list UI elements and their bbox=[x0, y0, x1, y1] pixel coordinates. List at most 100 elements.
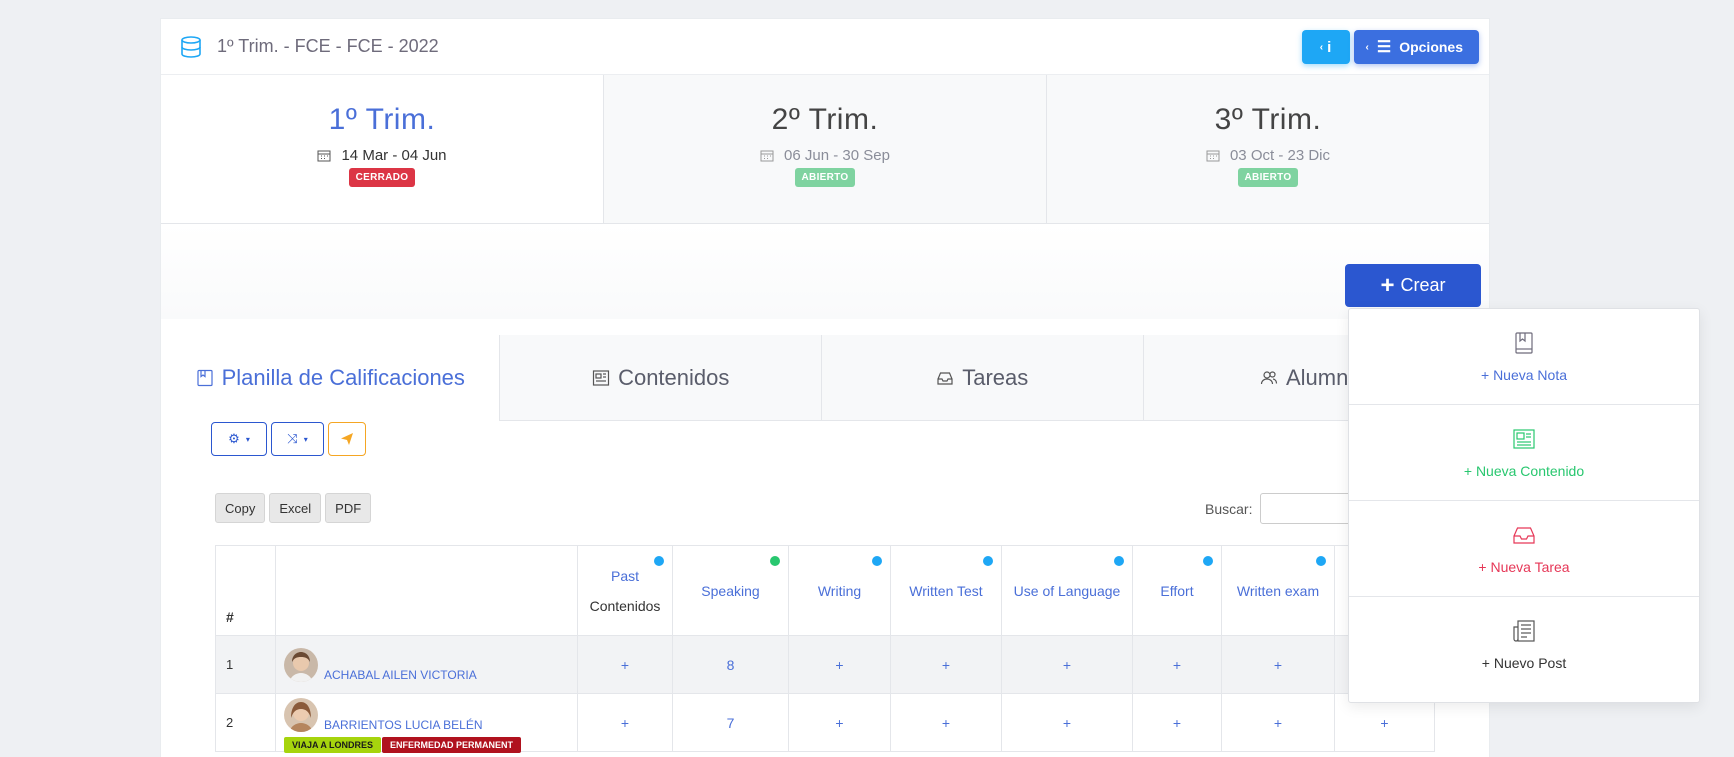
status-dot bbox=[1114, 556, 1124, 566]
student-name-link[interactable]: ACHABAL AILEN VICTORIA bbox=[324, 668, 477, 682]
trimester-3[interactable]: 3º Trim. 03 Oct - 23 Dic ABIERTO bbox=[1047, 75, 1489, 223]
column-header-written-test[interactable]: Written Test bbox=[890, 545, 1002, 636]
grade-cell[interactable]: + bbox=[788, 635, 891, 694]
send-button[interactable] bbox=[328, 422, 366, 456]
row-index: 2 bbox=[215, 693, 276, 752]
grade-cell[interactable]: + bbox=[1001, 693, 1133, 752]
pdf-button[interactable]: PDF bbox=[325, 493, 372, 523]
crear-button[interactable]: + Crear bbox=[1345, 264, 1481, 307]
book-icon bbox=[1515, 331, 1533, 354]
plus-icon: + bbox=[1380, 271, 1395, 299]
column-header-writing[interactable]: Writing bbox=[788, 545, 891, 636]
crear-label: Crear bbox=[1400, 275, 1446, 295]
column-header-use-of-language[interactable]: Use of Language bbox=[1001, 545, 1133, 636]
caret-down-icon: ▾ bbox=[303, 434, 308, 444]
crear-area: + Crear bbox=[161, 224, 1489, 319]
trimester-name: 2º Trim. bbox=[771, 103, 879, 136]
status-dot bbox=[1316, 556, 1326, 566]
users-icon bbox=[1260, 370, 1278, 384]
grade-cell[interactable]: 8 bbox=[672, 635, 789, 694]
tab-label: Tareas bbox=[962, 364, 1029, 390]
column-header-student bbox=[275, 545, 578, 636]
trimester-name: 3º Trim. bbox=[1214, 103, 1322, 136]
tag-badge: ENFERMEDAD PERMANENT bbox=[382, 737, 522, 753]
trimester-dates: 03 Oct - 23 Dic bbox=[1229, 147, 1331, 164]
newspaper-icon bbox=[592, 369, 610, 386]
student-cell: BARRIENTOS LUCIA BELÉN VIAJA A LONDRES E… bbox=[275, 693, 578, 753]
tab-label: Planilla de Calificaciones bbox=[221, 365, 465, 390]
grade-cell[interactable]: + bbox=[1221, 693, 1335, 752]
grade-cell[interactable]: + bbox=[1221, 635, 1335, 694]
search-label: Buscar: bbox=[1205, 500, 1253, 517]
grade-cell[interactable]: + bbox=[577, 693, 673, 752]
plus-icon: + bbox=[1478, 558, 1491, 575]
column-header-written-exam[interactable]: Written exam bbox=[1221, 545, 1335, 636]
inbox-icon bbox=[937, 371, 953, 385]
status-badge: CERRADO bbox=[348, 168, 416, 187]
gears-icon: ⚙ bbox=[228, 431, 240, 446]
calendar-icon bbox=[1206, 150, 1220, 162]
main-card: 1º Trim. - FCE - FCE - 2022 ‹ i ‹ ☰ Opci… bbox=[160, 18, 1490, 757]
tab-planilla[interactable]: Planilla de Calificaciones bbox=[161, 335, 501, 421]
menu-item-label: Nueva Nota bbox=[1493, 366, 1567, 383]
shuffle-icon: ⤨ bbox=[287, 431, 298, 446]
grades-table: # Past Contenidos Speaking Writing Writte… bbox=[215, 545, 1435, 753]
trimester-2[interactable]: 2º Trim. 06 Jun - 30 Sep ABIERTO bbox=[604, 75, 1047, 223]
table-row: 2 BARRIENTOS LUCIA BELÉN VIAJA A LONDRES… bbox=[215, 693, 1435, 753]
grades-toolbar: ⚙ ▾ ⤨ ▾ bbox=[211, 422, 366, 456]
grade-cell[interactable]: + bbox=[890, 693, 1002, 752]
grade-cell[interactable]: + bbox=[1001, 635, 1133, 694]
options-button[interactable]: ‹ ☰ Opciones bbox=[1353, 30, 1479, 64]
trimester-dates: 06 Jun - 30 Sep bbox=[784, 147, 890, 164]
grade-cell[interactable]: + bbox=[788, 693, 891, 752]
column-header-speaking[interactable]: Speaking bbox=[672, 545, 789, 636]
tab-contenidos[interactable]: Contenidos bbox=[500, 335, 822, 421]
status-dot bbox=[983, 556, 993, 566]
row-index: 1 bbox=[215, 635, 276, 694]
chevron-left-icon: ‹ bbox=[1319, 41, 1324, 53]
settings-dropdown-button[interactable]: ⚙ ▾ bbox=[211, 422, 267, 456]
grade-cell[interactable]: + bbox=[1132, 693, 1222, 752]
grade-cell[interactable]: + bbox=[577, 635, 673, 694]
info-icon: i bbox=[1327, 38, 1332, 56]
chevron-left-icon: ‹ bbox=[1365, 41, 1369, 53]
menu-item-nueva-tarea[interactable]: + Nueva Tarea bbox=[1349, 501, 1699, 597]
copy-button[interactable]: Copy bbox=[215, 493, 266, 523]
avatar bbox=[284, 647, 318, 682]
tag-badge: VIAJA A LONDRES bbox=[284, 737, 382, 753]
excel-button[interactable]: Excel bbox=[269, 493, 322, 523]
trimester-1[interactable]: 1º Trim. 14 Mar - 04 Jun CERRADO bbox=[161, 75, 604, 223]
avatar bbox=[284, 697, 318, 732]
menu-icon: ☰ bbox=[1376, 39, 1392, 56]
menu-item-nueva-contenido[interactable]: + Nueva Contenido bbox=[1349, 405, 1699, 501]
plus-icon: + bbox=[1480, 366, 1494, 383]
grade-cell[interactable]: + bbox=[1132, 635, 1222, 694]
database-icon bbox=[181, 35, 201, 58]
grade-cell[interactable]: 7 bbox=[672, 693, 789, 752]
crear-dropdown-menu: + Nueva Nota + Nueva Contenido + Nueva T… bbox=[1348, 308, 1700, 703]
student-cell: ACHABAL AILEN VICTORIA bbox=[275, 635, 578, 694]
trimester-dates: 14 Mar - 04 Jun bbox=[341, 147, 447, 164]
student-name-link[interactable]: BARRIENTOS LUCIA BELÉN bbox=[324, 718, 483, 732]
menu-item-nuevo-post[interactable]: + Nuevo Post bbox=[1349, 597, 1699, 693]
status-badge: ABIERTO bbox=[794, 168, 856, 187]
tab-label: Contenidos bbox=[618, 364, 730, 390]
column-header-effort[interactable]: Effort bbox=[1132, 545, 1222, 636]
trimester-name: 1º Trim. bbox=[328, 103, 436, 136]
card-header: 1º Trim. - FCE - FCE - 2022 ‹ i ‹ ☰ Opci… bbox=[161, 19, 1489, 75]
trimester-tabs: 1º Trim. 14 Mar - 04 Jun CERRADO 2º Trim… bbox=[161, 75, 1489, 224]
export-buttons: Copy Excel PDF bbox=[215, 493, 372, 523]
info-button[interactable]: ‹ i bbox=[1301, 30, 1350, 64]
grade-cell[interactable]: + bbox=[890, 635, 1002, 694]
status-dot bbox=[770, 556, 780, 566]
options-label: Opciones bbox=[1399, 39, 1463, 55]
menu-item-label: Nueva Contenido bbox=[1475, 462, 1585, 479]
status-dot bbox=[654, 556, 664, 566]
tab-tareas[interactable]: Tareas bbox=[822, 335, 1144, 421]
shuffle-dropdown-button[interactable]: ⤨ ▾ bbox=[271, 422, 324, 456]
status-dot bbox=[1203, 556, 1213, 566]
menu-item-label: Nuevo Post bbox=[1493, 655, 1567, 671]
menu-item-nueva-nota[interactable]: + Nueva Nota bbox=[1349, 309, 1699, 405]
inbox-icon bbox=[1513, 526, 1535, 544]
column-header-past[interactable]: Past Contenidos bbox=[577, 545, 673, 636]
